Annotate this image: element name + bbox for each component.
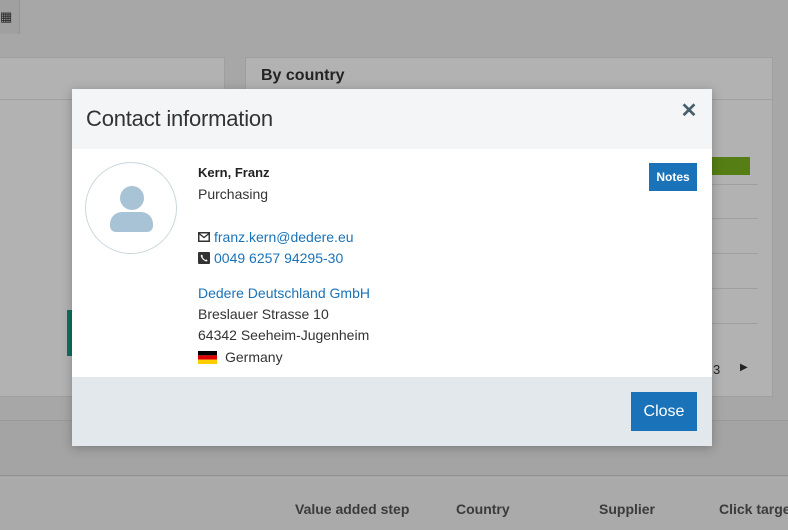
avatar-torso <box>110 212 153 232</box>
phone-link[interactable]: 0049 6257 94295-30 <box>214 250 343 266</box>
envelope-icon <box>198 232 210 242</box>
street-row: Breslauer Strasse 10 <box>198 306 329 322</box>
avatar-head <box>120 186 144 210</box>
modal-footer: Close <box>72 377 712 446</box>
contact-department: Purchasing <box>198 186 269 202</box>
contact-name: Kern, Franz <box>198 165 270 180</box>
email-row: franz.kern@dedere.eu <box>198 229 354 245</box>
contact-modal: Contact information ✕ Kern, Franz Purcha… <box>72 89 712 446</box>
avatar <box>85 162 177 254</box>
modal-header: Contact information ✕ <box>72 89 712 149</box>
close-icon[interactable]: ✕ <box>678 99 700 123</box>
phone-icon <box>198 252 210 264</box>
modal-title: Contact information <box>86 106 273 131</box>
modal-body: Kern, Franz Purchasing franz.kern@dedere… <box>72 149 712 378</box>
close-button[interactable]: Close <box>631 392 697 431</box>
notes-button[interactable]: Notes <box>649 163 697 191</box>
address-street: Breslauer Strasse 10 <box>198 306 329 322</box>
country-row: Germany <box>198 349 283 365</box>
address-city: 64342 Seeheim-Jugenheim <box>198 327 370 343</box>
phone-row: 0049 6257 94295-30 <box>198 250 343 266</box>
company-row: Dedere Deutschland GmbH <box>198 285 370 301</box>
germany-flag-icon <box>198 350 217 364</box>
city-row: 64342 Seeheim-Jugenheim <box>198 327 369 343</box>
company-link[interactable]: Dedere Deutschland GmbH <box>198 285 370 301</box>
email-link[interactable]: franz.kern@dedere.eu <box>214 229 354 245</box>
address-country: Germany <box>225 349 283 365</box>
